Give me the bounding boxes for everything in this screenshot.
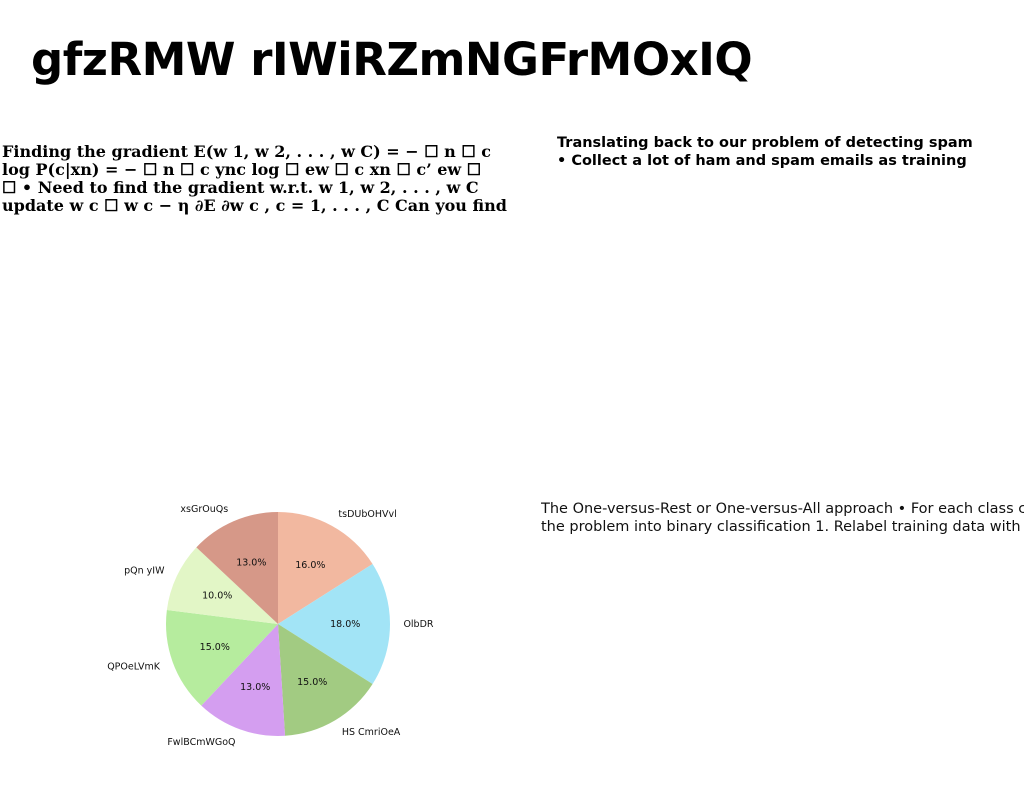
pie-slice-percent-label: 18.0% xyxy=(330,619,360,630)
gradient-text-line: update w c ☐ w c − η ∂E ∂w c , c = 1, . … xyxy=(2,196,507,215)
pie-slice-percent-label: 10.0% xyxy=(202,590,232,601)
pie-slice-category-label: pQn yIW xyxy=(124,566,165,577)
spam-detection-text-block: Translating back to our problem of detec… xyxy=(557,134,1017,170)
pie-slice-category-label: FwlBCmWGoQ xyxy=(167,737,235,748)
pie-slice-category-label: QPOeLVmK xyxy=(107,661,161,672)
pie-slice-percent-label: 13.0% xyxy=(236,557,266,568)
pie-slice-percent-label: 16.0% xyxy=(295,560,325,571)
gradient-text-line: log P(c|xn) = − ☐ n ☐ c ync log ☐ ew ☐ c… xyxy=(2,160,482,179)
spam-text-line: Translating back to our problem of detec… xyxy=(557,135,973,151)
pie-slice-category-label: OlbDR xyxy=(403,619,433,630)
pie-slice-category-label: tsDUbOHVvl xyxy=(338,509,396,520)
ovr-text-line: the problem into binary classification 1… xyxy=(541,519,1021,535)
one-vs-rest-text-block: The One-versus-Rest or One-versus-All ap… xyxy=(541,500,1024,536)
gradient-text-line: ☐ • Need to find the gradient w.r.t. w 1… xyxy=(2,178,479,197)
pie-slice-percent-label: 15.0% xyxy=(200,642,230,653)
slide-title: gfzRMW rIWiRZmNGFrMOxIQ xyxy=(31,33,753,86)
spam-text-bullet: • Collect a lot of ham and spam emails a… xyxy=(557,153,967,169)
pie-slice-category-label: xsGrOuQs xyxy=(180,504,228,515)
pie-chart: 16.0% tsDUbOHVvl 18.0% OlbDR 15.0% HS CmriOeA… xyxy=(107,504,434,748)
gradient-text-block: Finding the gradient E(w 1, w 2, . . . ,… xyxy=(2,143,522,215)
pie-slice-percent-label: 13.0% xyxy=(240,682,270,693)
pie-slice-category-label: HS CmriOeA xyxy=(342,727,401,738)
ovr-text-line: The One-versus-Rest or One-versus-All ap… xyxy=(541,501,1024,517)
gradient-text-line: Finding the gradient E(w 1, w 2, . . . ,… xyxy=(2,142,492,161)
pie-slice-percent-label: 15.0% xyxy=(297,677,327,688)
